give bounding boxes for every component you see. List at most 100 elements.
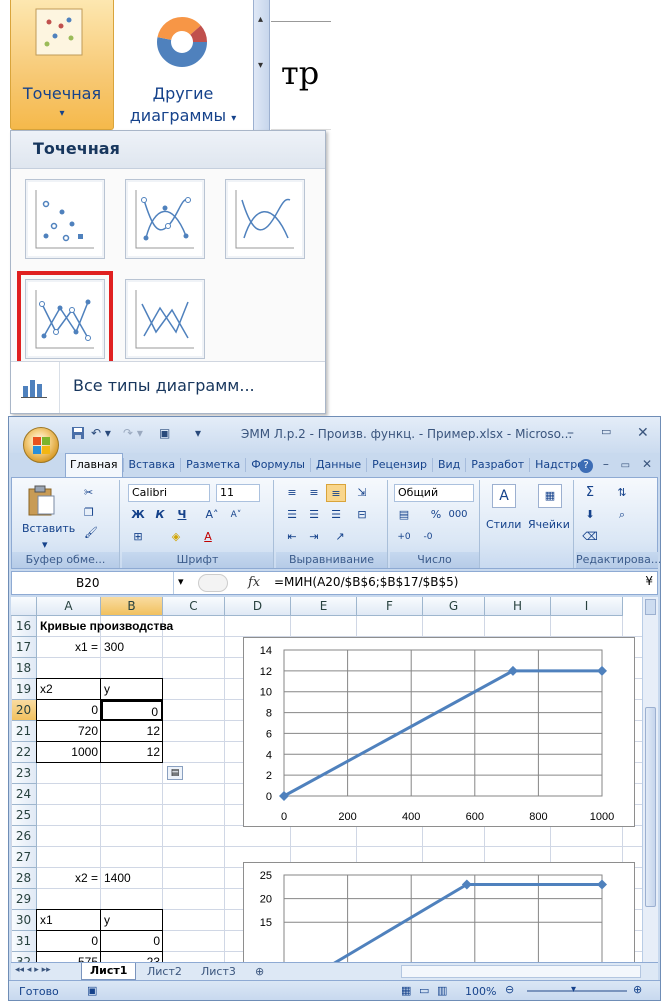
cell-a22[interactable]: 1000: [37, 742, 101, 763]
column-header-i[interactable]: I: [551, 597, 623, 616]
row-header-29[interactable]: 29: [11, 889, 37, 910]
borders-icon[interactable]: ⊞: [128, 528, 148, 546]
cell-a21[interactable]: 720: [37, 721, 101, 742]
row-header-31[interactable]: 31: [11, 931, 37, 952]
undo-icon[interactable]: ↶ ▾: [91, 426, 111, 444]
orientation-icon[interactable]: ↗: [330, 528, 350, 546]
cell-b20[interactable]: 0: [101, 700, 163, 721]
minimize-icon[interactable]: –: [567, 425, 574, 441]
scatter-smooth-lines-markers-option[interactable]: [125, 179, 205, 259]
scatter-chart-button[interactable]: Точечная ▾: [10, 0, 114, 130]
horizontal-scrollbar[interactable]: [401, 965, 641, 978]
print-preview-icon[interactable]: ▣: [159, 426, 170, 444]
align-middle-icon[interactable]: ≡: [304, 484, 324, 502]
page-layout-view-icon[interactable]: ▭: [419, 984, 429, 997]
insert-sheet-icon[interactable]: ⊕: [255, 964, 264, 980]
increase-indent-icon[interactable]: ⇥: [304, 528, 324, 546]
percent-button[interactable]: %: [426, 506, 446, 524]
sort-filter-icon[interactable]: ⇅: [612, 484, 632, 502]
cell-a28[interactable]: x2 =: [37, 868, 101, 889]
insert-function-button[interactable]: fx: [248, 575, 260, 590]
row-header-28[interactable]: 28: [11, 868, 37, 889]
sheet-nav-icons[interactable]: ◂◂ ◂ ▸ ▸▸: [15, 965, 51, 975]
row-header-30[interactable]: 30: [11, 910, 37, 931]
zoom-level[interactable]: 100%: [465, 985, 496, 998]
scatter-straight-lines-markers-option[interactable]: [17, 271, 113, 367]
cell-a31[interactable]: 0: [37, 931, 101, 952]
italic-button[interactable]: К: [150, 506, 170, 524]
zoom-out-icon[interactable]: ⊖: [505, 983, 514, 996]
tab-formulas[interactable]: Формулы: [246, 453, 310, 477]
grow-font-icon[interactable]: A˄: [202, 506, 222, 524]
cell-a32[interactable]: 575: [37, 952, 101, 962]
scrollbar-thumb[interactable]: [645, 707, 656, 907]
column-header-f[interactable]: F: [357, 597, 423, 616]
chart-1[interactable]: 0 2 4 6 8 10 12 14 0 200 400 600 800 1000: [243, 637, 635, 827]
row-header-24[interactable]: 24: [11, 784, 37, 805]
format-painter-icon[interactable]: 🖌: [84, 526, 98, 539]
zoom-in-icon[interactable]: ⊕: [633, 983, 642, 996]
row-header-21[interactable]: 21: [11, 721, 37, 742]
font-name-select[interactable]: Calibri: [128, 484, 210, 502]
expand-formula-bar-icon[interactable]: ¥: [645, 574, 653, 588]
tab-home[interactable]: Главная: [65, 453, 123, 477]
cell-a16[interactable]: Кривые производства: [37, 616, 237, 637]
align-right-icon[interactable]: ☰: [326, 506, 346, 524]
cell-b32[interactable]: 23: [101, 952, 163, 962]
find-select-icon[interactable]: ⌕: [612, 506, 632, 524]
customize-qat-icon[interactable]: ▾: [195, 426, 201, 444]
formula-bar-expander[interactable]: [198, 574, 228, 592]
column-header-a[interactable]: A: [37, 597, 101, 616]
formula-input[interactable]: =МИН(A20/$B$6;$B$17/$B$5): [274, 575, 458, 589]
row-header-20[interactable]: 20: [11, 700, 37, 721]
shrink-font-icon[interactable]: A˅: [226, 506, 246, 524]
cell-a30[interactable]: x1: [37, 910, 101, 931]
autosum-button[interactable]: Σ: [580, 484, 600, 502]
minimize-icon[interactable]: –: [603, 457, 609, 471]
name-box-dropdown-icon[interactable]: ▾: [178, 575, 184, 588]
cut-icon[interactable]: ✂: [84, 486, 93, 499]
underline-button[interactable]: Ч: [172, 506, 192, 524]
macro-record-icon[interactable]: ▣: [87, 984, 97, 997]
row-header-23[interactable]: 23: [11, 763, 37, 784]
paste-options-icon[interactable]: ▤: [167, 766, 183, 780]
column-header-h[interactable]: H: [485, 597, 551, 616]
increase-decimal-icon[interactable]: +0: [394, 528, 414, 546]
office-button[interactable]: [23, 427, 59, 463]
cell-a19[interactable]: x2: [37, 679, 101, 700]
all-chart-types-item[interactable]: Все типы диаграмм...: [11, 361, 325, 413]
row-header-22[interactable]: 22: [11, 742, 37, 763]
row-header-27[interactable]: 27: [11, 847, 37, 868]
align-center-icon[interactable]: ☰: [304, 506, 324, 524]
row-header-25[interactable]: 25: [11, 805, 37, 826]
maximize-icon[interactable]: ▭: [601, 425, 611, 438]
zoom-slider-thumb[interactable]: ▾: [571, 984, 576, 995]
cell-b21[interactable]: 12: [101, 721, 163, 742]
tab-view[interactable]: Вид: [433, 453, 465, 477]
cell-b30[interactable]: y: [101, 910, 163, 931]
row-header-18[interactable]: 18: [11, 658, 37, 679]
zoom-slider[interactable]: [527, 990, 627, 992]
chart-2[interactable]: 15 20 25: [243, 862, 635, 962]
chevron-down-icon[interactable]: ▾: [42, 538, 48, 551]
cell-b17[interactable]: 300: [101, 637, 163, 658]
align-top-icon[interactable]: ≡: [282, 484, 302, 502]
close-icon[interactable]: ✕: [642, 457, 652, 471]
normal-view-icon[interactable]: ▦: [401, 984, 411, 997]
column-header-g[interactable]: G: [423, 597, 485, 616]
font-size-select[interactable]: 11: [216, 484, 260, 502]
column-header-e[interactable]: E: [291, 597, 357, 616]
clear-icon[interactable]: ⌫: [580, 528, 600, 546]
close-icon[interactable]: ✕: [637, 425, 649, 441]
cell-b19[interactable]: y: [101, 679, 163, 700]
bold-button[interactable]: Ж: [128, 506, 148, 524]
column-header-b[interactable]: B: [101, 597, 163, 616]
sheet-tab-1[interactable]: Лист1: [81, 963, 137, 980]
currency-icon[interactable]: ▤: [394, 506, 414, 524]
thousands-button[interactable]: 000: [448, 506, 468, 524]
redo-icon[interactable]: ↷ ▾: [123, 426, 143, 444]
row-header-17[interactable]: 17: [11, 637, 37, 658]
name-box[interactable]: B20: [12, 572, 174, 594]
tab-developer[interactable]: Разработ: [466, 453, 529, 477]
cell-a17[interactable]: x1 =: [37, 637, 101, 658]
